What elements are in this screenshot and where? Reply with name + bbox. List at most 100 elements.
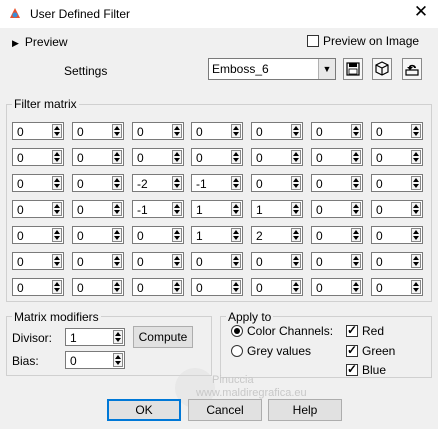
matrix-cell[interactable]: 0 bbox=[12, 226, 64, 244]
spin-icon[interactable] bbox=[231, 124, 241, 138]
matrix-cell[interactable]: 0 bbox=[132, 252, 184, 270]
matrix-cell[interactable]: 0 bbox=[371, 148, 423, 166]
spin-icon[interactable] bbox=[113, 353, 123, 367]
matrix-cell[interactable]: 0 bbox=[311, 226, 363, 244]
matrix-cell[interactable]: 0 bbox=[371, 252, 423, 270]
spin-icon[interactable] bbox=[172, 150, 182, 164]
matrix-cell[interactable]: 0 bbox=[12, 278, 64, 296]
spin-icon[interactable] bbox=[411, 150, 421, 164]
matrix-cell[interactable]: 0 bbox=[132, 148, 184, 166]
spin-icon[interactable] bbox=[351, 202, 361, 216]
matrix-cell[interactable]: 0 bbox=[191, 278, 243, 296]
spin-icon[interactable] bbox=[351, 176, 361, 190]
matrix-cell[interactable]: 0 bbox=[371, 278, 423, 296]
matrix-cell[interactable]: 0 bbox=[191, 148, 243, 166]
matrix-cell[interactable]: 0 bbox=[311, 122, 363, 140]
matrix-cell[interactable]: 0 bbox=[311, 252, 363, 270]
divisor-input[interactable]: 1 bbox=[65, 328, 125, 346]
spin-icon[interactable] bbox=[52, 254, 62, 268]
matrix-cell[interactable]: -1 bbox=[132, 200, 184, 218]
spin-icon[interactable] bbox=[172, 280, 182, 294]
spin-icon[interactable] bbox=[291, 176, 301, 190]
spin-icon[interactable] bbox=[112, 228, 122, 242]
matrix-cell[interactable]: 0 bbox=[371, 226, 423, 244]
spin-icon[interactable] bbox=[112, 124, 122, 138]
matrix-cell[interactable]: 0 bbox=[311, 174, 363, 192]
matrix-cell[interactable]: 0 bbox=[12, 200, 64, 218]
spin-icon[interactable] bbox=[172, 228, 182, 242]
matrix-cell[interactable]: 0 bbox=[72, 252, 124, 270]
reset-preset-button[interactable] bbox=[402, 58, 422, 80]
matrix-cell[interactable]: 2 bbox=[251, 226, 303, 244]
spin-icon[interactable] bbox=[112, 202, 122, 216]
matrix-cell[interactable]: 0 bbox=[12, 122, 64, 140]
spin-icon[interactable] bbox=[231, 254, 241, 268]
spin-icon[interactable] bbox=[351, 228, 361, 242]
spin-icon[interactable] bbox=[231, 176, 241, 190]
matrix-cell[interactable]: 0 bbox=[251, 252, 303, 270]
spin-icon[interactable] bbox=[112, 150, 122, 164]
spin-icon[interactable] bbox=[52, 202, 62, 216]
preview-on-image-checkbox[interactable] bbox=[307, 35, 319, 47]
red-checkbox[interactable] bbox=[346, 323, 358, 337]
matrix-cell[interactable]: 0 bbox=[12, 252, 64, 270]
matrix-cell[interactable]: 0 bbox=[311, 200, 363, 218]
matrix-cell[interactable]: 0 bbox=[12, 174, 64, 192]
spin-icon[interactable] bbox=[172, 176, 182, 190]
spin-icon[interactable] bbox=[172, 124, 182, 138]
matrix-cell[interactable]: 0 bbox=[251, 278, 303, 296]
spin-icon[interactable] bbox=[52, 124, 62, 138]
color-channels-radio[interactable] bbox=[231, 325, 243, 337]
spin-icon[interactable] bbox=[411, 124, 421, 138]
grey-values-radio[interactable] bbox=[231, 345, 243, 357]
blue-checkbox[interactable] bbox=[346, 362, 358, 376]
spin-icon[interactable] bbox=[172, 202, 182, 216]
preview-toggle[interactable]: ▶ Preview bbox=[12, 35, 68, 49]
spin-icon[interactable] bbox=[351, 254, 361, 268]
matrix-cell[interactable]: 0 bbox=[371, 122, 423, 140]
matrix-cell[interactable]: 1 bbox=[251, 200, 303, 218]
cancel-button[interactable]: Cancel bbox=[188, 399, 262, 421]
matrix-cell[interactable]: 0 bbox=[72, 278, 124, 296]
spin-icon[interactable] bbox=[52, 150, 62, 164]
spin-icon[interactable] bbox=[291, 254, 301, 268]
matrix-cell[interactable]: 0 bbox=[132, 278, 184, 296]
spin-icon[interactable] bbox=[411, 280, 421, 294]
matrix-cell[interactable]: 0 bbox=[251, 174, 303, 192]
spin-icon[interactable] bbox=[291, 124, 301, 138]
ok-button[interactable]: OK bbox=[107, 399, 181, 421]
matrix-cell[interactable]: -2 bbox=[132, 174, 184, 192]
spin-icon[interactable] bbox=[172, 254, 182, 268]
spin-icon[interactable] bbox=[351, 150, 361, 164]
matrix-cell[interactable]: 0 bbox=[12, 148, 64, 166]
spin-icon[interactable] bbox=[231, 150, 241, 164]
chevron-down-icon[interactable]: ▼ bbox=[318, 59, 335, 79]
matrix-cell[interactable]: 1 bbox=[191, 226, 243, 244]
help-button[interactable]: Help bbox=[268, 399, 342, 421]
compute-button[interactable]: Compute bbox=[133, 326, 193, 348]
close-icon[interactable]: ✕ bbox=[412, 3, 430, 21]
green-checkbox[interactable] bbox=[346, 343, 358, 357]
spin-icon[interactable] bbox=[291, 150, 301, 164]
spin-icon[interactable] bbox=[112, 280, 122, 294]
spin-icon[interactable] bbox=[52, 176, 62, 190]
matrix-cell[interactable]: 0 bbox=[191, 252, 243, 270]
spin-icon[interactable] bbox=[231, 202, 241, 216]
spin-icon[interactable] bbox=[411, 254, 421, 268]
matrix-cell[interactable]: 0 bbox=[311, 148, 363, 166]
matrix-cell[interactable]: 0 bbox=[251, 148, 303, 166]
spin-icon[interactable] bbox=[351, 280, 361, 294]
bias-input[interactable]: 0 bbox=[65, 351, 125, 369]
matrix-cell[interactable]: 0 bbox=[72, 200, 124, 218]
load-preset-button[interactable] bbox=[372, 58, 392, 80]
matrix-cell[interactable]: 0 bbox=[72, 122, 124, 140]
matrix-cell[interactable]: -1 bbox=[191, 174, 243, 192]
matrix-cell[interactable]: 0 bbox=[371, 200, 423, 218]
matrix-cell[interactable]: 0 bbox=[311, 278, 363, 296]
save-preset-button[interactable] bbox=[343, 58, 363, 80]
spin-icon[interactable] bbox=[411, 176, 421, 190]
spin-icon[interactable] bbox=[52, 280, 62, 294]
matrix-cell[interactable]: 0 bbox=[72, 226, 124, 244]
spin-icon[interactable] bbox=[351, 124, 361, 138]
spin-icon[interactable] bbox=[231, 228, 241, 242]
